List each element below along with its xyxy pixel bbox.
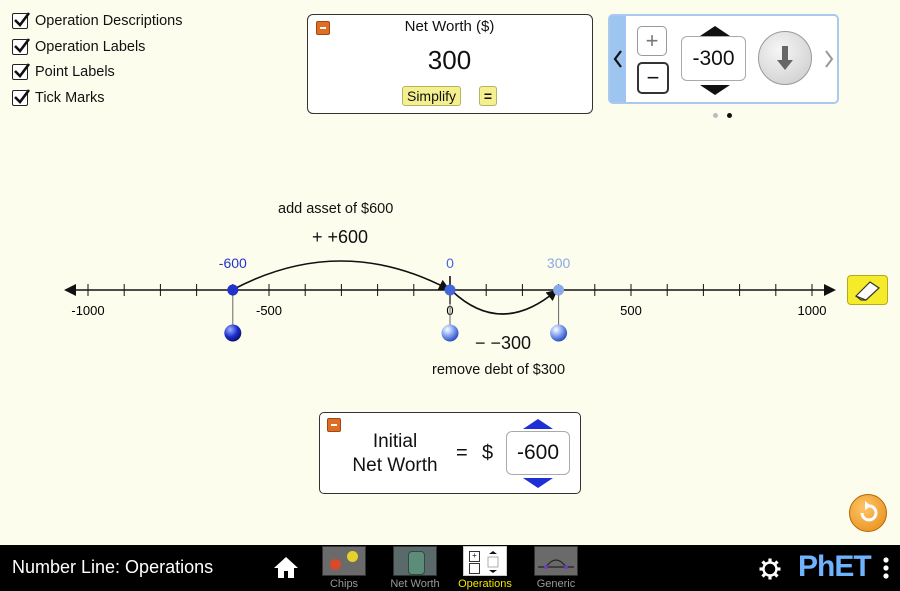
initial-equals-sign: =	[456, 442, 468, 464]
number-line-point[interactable]	[227, 284, 239, 296]
tab-operations[interactable]: + Operations	[455, 545, 515, 591]
eraser-icon	[854, 281, 880, 301]
initial-label-line2: Net Worth	[352, 455, 438, 476]
tab-label: Operations	[458, 578, 512, 590]
tab-label: Net Worth	[390, 578, 440, 590]
phet-logo[interactable]: PhET	[798, 550, 872, 584]
point-controller-handle[interactable]	[224, 324, 242, 342]
gear-icon[interactable]	[758, 557, 782, 581]
initial-label-line1: Initial	[372, 431, 418, 452]
point-label: 0	[446, 255, 454, 271]
operation-description-1: add asset of $600	[278, 201, 394, 217]
tab-label: Generic	[536, 578, 576, 590]
operation-arc-remove	[451, 289, 558, 315]
point-controller-handle[interactable]	[441, 324, 459, 342]
number-line-point[interactable]	[444, 284, 456, 296]
money-jar-icon	[393, 546, 437, 576]
operation-description-2: remove debt of $300	[432, 362, 566, 378]
tick-label: 1000	[798, 303, 827, 318]
initial-currency-sign: $	[482, 442, 494, 464]
axis-right-arrow-icon	[824, 284, 836, 296]
tab-generic[interactable]: Generic	[526, 545, 586, 591]
chips-icon	[322, 546, 366, 576]
number-line-point[interactable]	[553, 284, 565, 296]
generic-icon	[534, 546, 578, 576]
reset-icon	[860, 501, 878, 522]
operations-icon: +	[463, 546, 507, 576]
home-icon[interactable]	[273, 556, 299, 580]
more-options-icon[interactable]	[881, 556, 891, 582]
tick-label: -500	[256, 303, 282, 318]
point-label: 300	[547, 255, 571, 271]
navigation-bar: Number Line: Operations Chips Net Worth …	[0, 545, 900, 591]
tab-chips[interactable]: Chips	[314, 545, 374, 591]
number-line: -1000-50005001000 -6000300	[64, 255, 836, 342]
axis-left-arrow-icon	[64, 284, 76, 296]
operation-label-2: − −300	[475, 333, 532, 353]
tick-label: -1000	[71, 303, 104, 318]
initial-net-worth-panel: Initial Net Worth = $ -600	[319, 412, 581, 494]
operation-label-1: + +600	[312, 227, 369, 247]
tab-label: Chips	[329, 578, 359, 590]
collapse-initial-net-worth-button[interactable]	[327, 418, 341, 432]
sim-title: Number Line: Operations	[12, 557, 214, 577]
reset-all-button[interactable]	[849, 494, 887, 532]
eraser-button[interactable]	[847, 275, 888, 305]
point-label: -600	[219, 255, 247, 271]
tick-label: 500	[620, 303, 642, 318]
tab-net-worth[interactable]: Net Worth	[385, 545, 445, 591]
point-controller-handle[interactable]	[550, 324, 568, 342]
tick-labels: -1000-50005001000	[71, 303, 826, 318]
initial-net-worth-field[interactable]: -600	[506, 431, 570, 475]
initial-increment-arrow-icon[interactable]	[521, 418, 555, 430]
initial-decrement-arrow-icon[interactable]	[521, 477, 555, 489]
